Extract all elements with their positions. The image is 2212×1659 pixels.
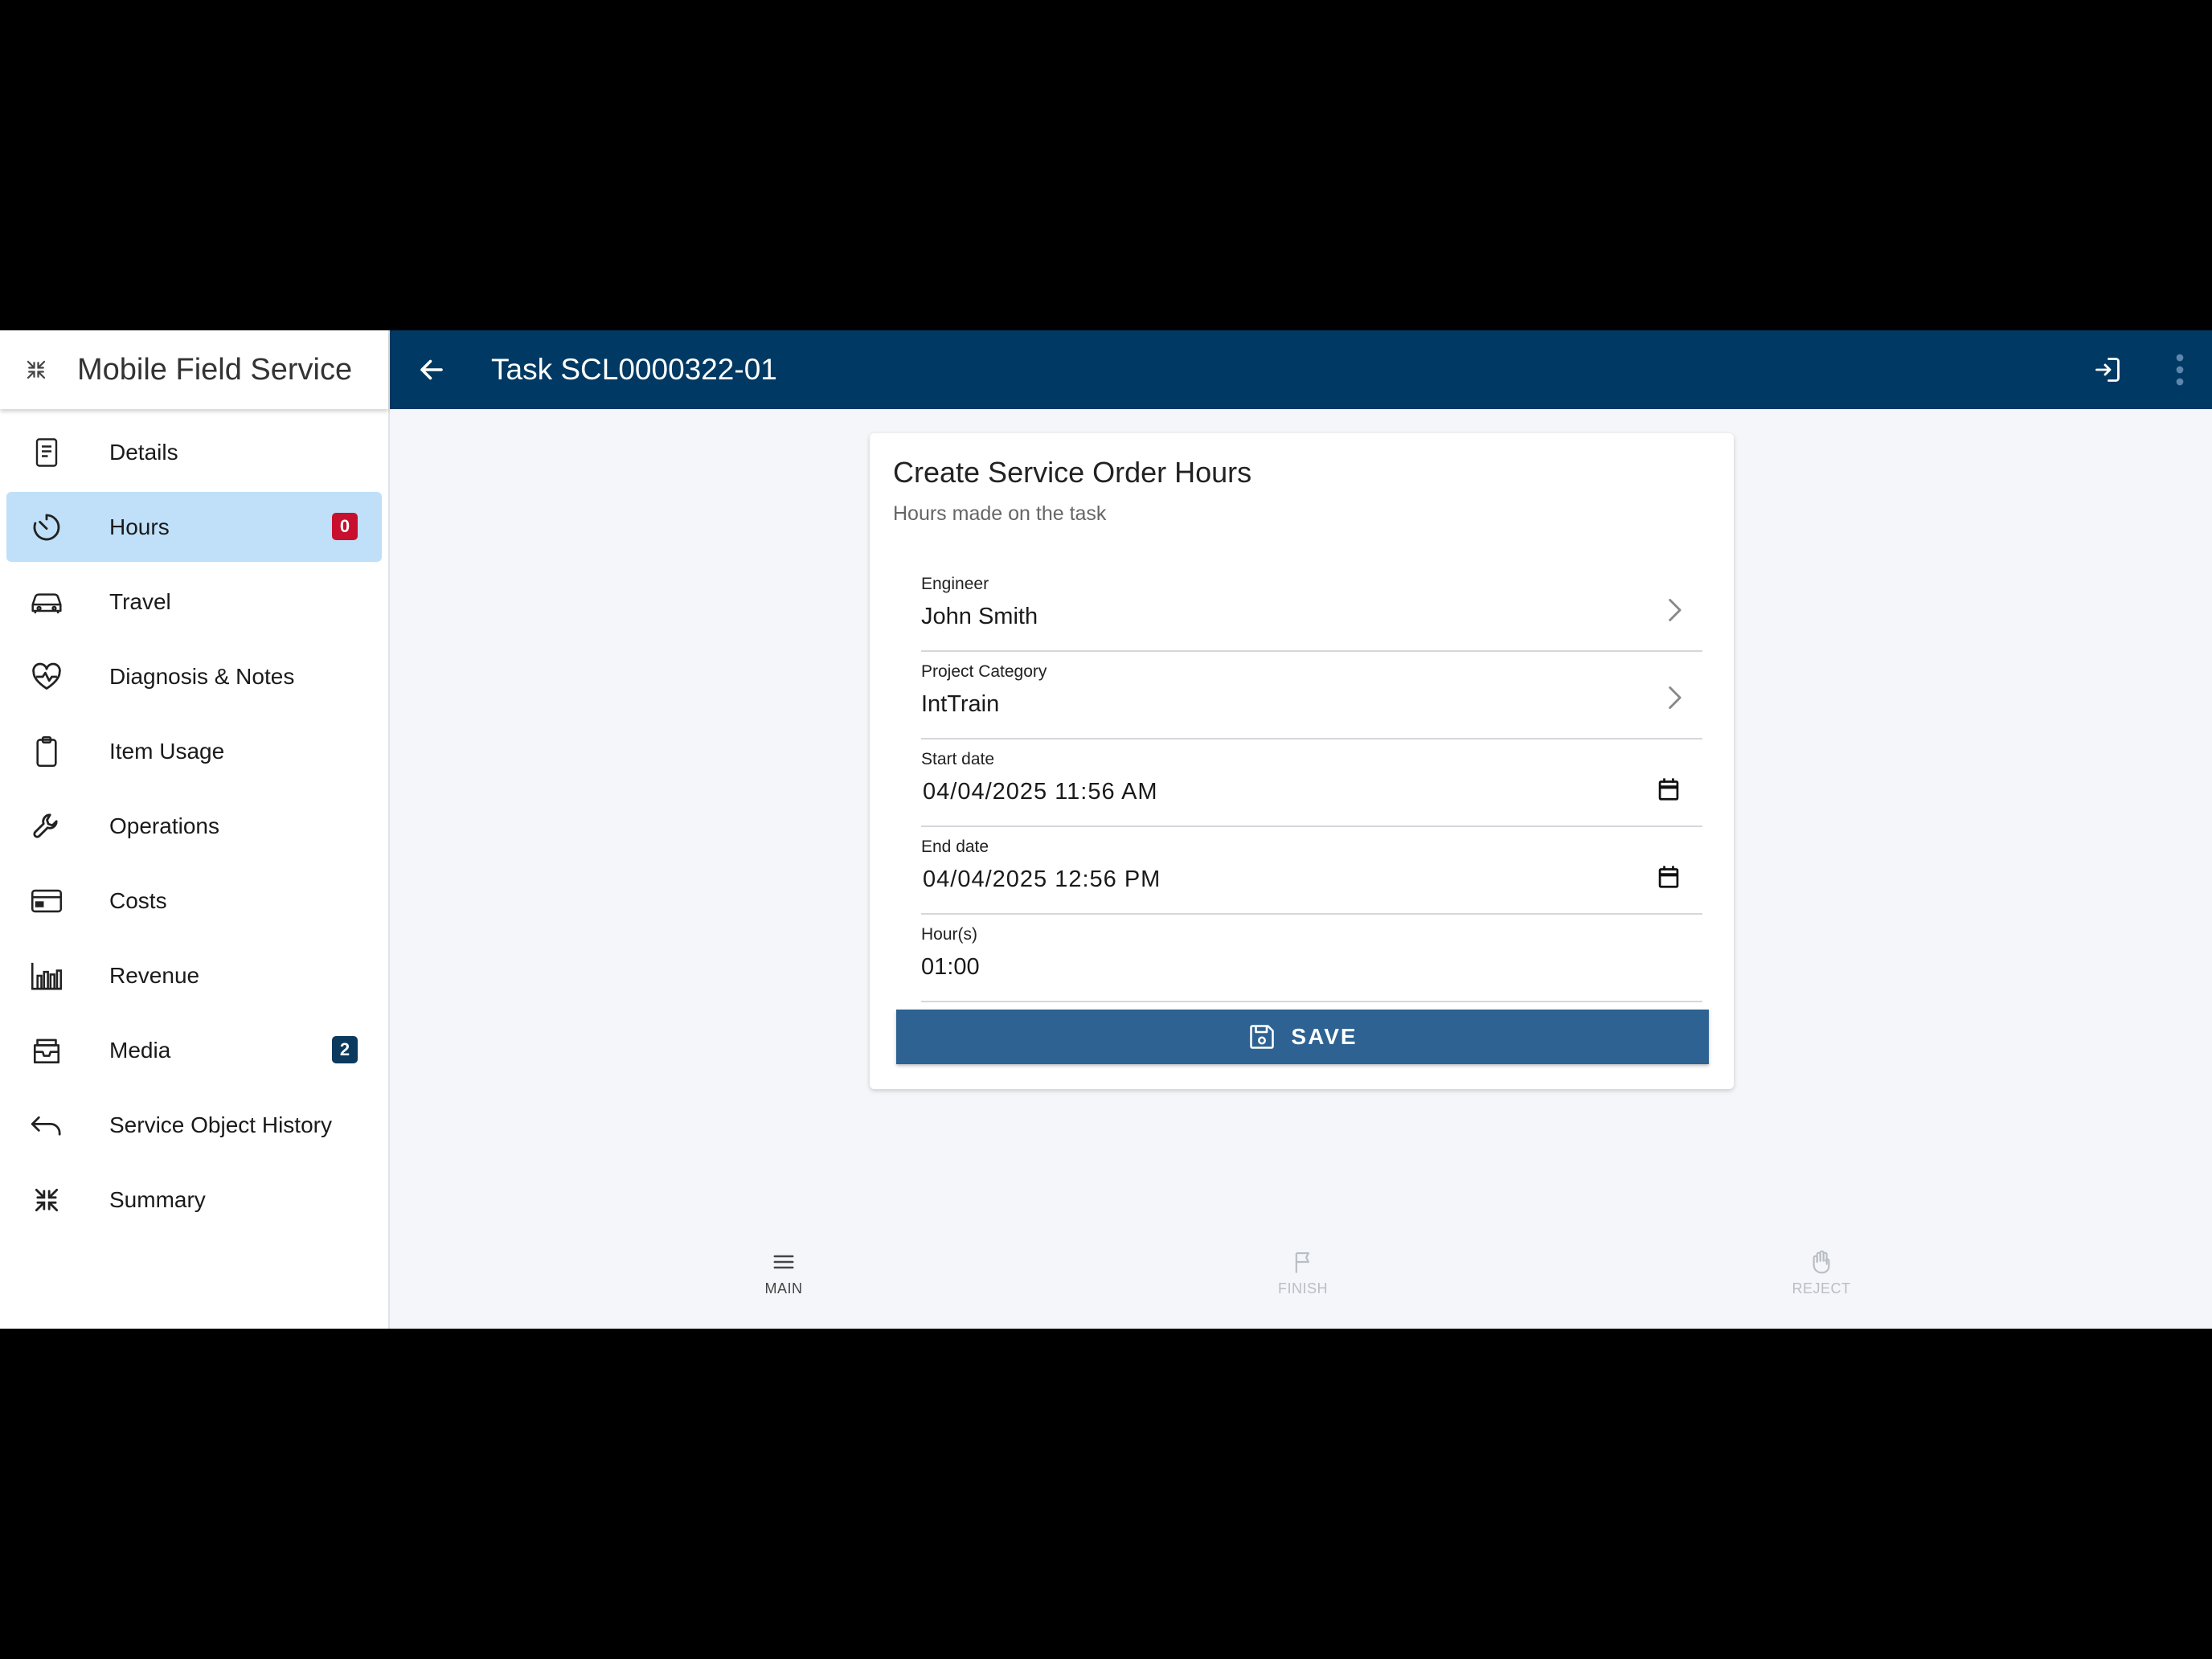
car-icon [29, 584, 64, 620]
project-category-value: IntTrain [921, 691, 1000, 717]
calendar-icon[interactable] [1657, 865, 1680, 889]
sign-in-icon[interactable] [2090, 352, 2125, 387]
end-date-label: End date [921, 838, 989, 856]
sidebar-item-label: Travel [109, 588, 171, 614]
timer-icon [29, 510, 64, 545]
collapse-sidebar-icon[interactable] [24, 358, 48, 382]
chevron-right-icon [1664, 685, 1685, 711]
heart-pulse-icon [29, 659, 64, 694]
sidebar-item-service-object-history[interactable]: Service Object History [6, 1090, 382, 1160]
sidebar-nav: Details Hours 0 Travel Diagnosis & Notes… [0, 409, 388, 1239]
sidebar-item-hours[interactable]: Hours 0 [6, 492, 382, 562]
menu-icon [770, 1248, 797, 1276]
sidebar-item-label: Details [109, 439, 178, 465]
bottom-nav-main[interactable]: MAIN [727, 1237, 840, 1297]
sidebar: Mobile Field Service Details Hours 0 Tra… [0, 330, 390, 1329]
hours-input[interactable]: 01:00 [921, 954, 980, 981]
start-date-field[interactable]: Start date 04/04/2025 11:56 AM [921, 739, 1702, 827]
card-subtitle: Hours made on the task [893, 502, 1107, 525]
sidebar-item-label: Summary [109, 1186, 206, 1212]
create-hours-card: Create Service Order Hours Hours made on… [870, 433, 1734, 1089]
save-button-label: SAVE [1291, 1024, 1358, 1049]
collapse-icon [29, 1182, 64, 1218]
sidebar-item-item-usage[interactable]: Item Usage [6, 716, 382, 786]
sidebar-item-label: Media [109, 1037, 171, 1063]
back-arrow-icon[interactable] [414, 352, 449, 387]
engineer-value: John Smith [921, 604, 1038, 629]
top-bar-actions [2090, 330, 2212, 409]
hours-count-badge: 0 [332, 513, 358, 540]
media-count-badge: 2 [332, 1036, 358, 1063]
inbox-icon [29, 1033, 64, 1068]
top-app-bar: Task SCL0000322-01 [390, 330, 2212, 409]
bottom-nav-reject-label: REJECT [1792, 1280, 1851, 1296]
save-button[interactable]: SAVE [896, 1010, 1709, 1064]
bottom-nav-finish[interactable]: FINISH [1247, 1237, 1359, 1297]
sidebar-item-label: Operations [109, 813, 219, 838]
bar-chart-icon [29, 958, 64, 993]
hand-stop-icon [1808, 1248, 1835, 1276]
sidebar-item-label: Service Object History [109, 1112, 332, 1137]
wrench-icon [29, 809, 64, 844]
clipboard-icon [29, 734, 64, 769]
bottom-nav-main-label: MAIN [764, 1280, 803, 1296]
project-category-field[interactable]: Project Category IntTrain [921, 651, 1702, 739]
floppy-disk-icon [1247, 1022, 1276, 1051]
app-screen: Mobile Field Service Details Hours 0 Tra… [0, 330, 2212, 1329]
calendar-icon[interactable] [1657, 777, 1680, 801]
sidebar-item-details[interactable]: Details [6, 417, 382, 487]
sidebar-item-diagnosis-notes[interactable]: Diagnosis & Notes [6, 641, 382, 711]
app-title: Mobile Field Service [77, 352, 353, 387]
sidebar-item-operations[interactable]: Operations [6, 791, 382, 861]
chevron-right-icon [1664, 597, 1685, 623]
sidebar-item-summary[interactable]: Summary [6, 1165, 382, 1235]
document-icon [29, 435, 64, 470]
sidebar-item-label: Revenue [109, 962, 200, 988]
sidebar-header: Mobile Field Service [0, 330, 388, 409]
sidebar-item-costs[interactable]: Costs [6, 866, 382, 936]
sidebar-item-revenue[interactable]: Revenue [6, 940, 382, 1010]
bottom-nav-reject[interactable]: REJECT [1765, 1237, 1878, 1297]
sidebar-item-label: Costs [109, 887, 167, 913]
sidebar-item-travel[interactable]: Travel [6, 567, 382, 637]
end-date-field[interactable]: End date 04/04/2025 12:56 PM [921, 826, 1702, 915]
page-title: Task SCL0000322-01 [491, 353, 777, 386]
bottom-nav-finish-label: FINISH [1277, 1280, 1328, 1296]
sidebar-item-label: Hours [109, 514, 170, 539]
start-date-input[interactable]: 04/04/2025 11:56 AM [923, 779, 1158, 805]
undo-arrow-icon [29, 1108, 64, 1143]
project-category-label: Project Category [921, 662, 1047, 681]
hours-field[interactable]: Hour(s) 01:00 [921, 914, 1702, 1002]
credit-card-icon [29, 883, 64, 919]
engineer-label: Engineer [921, 575, 989, 593]
flag-icon [1289, 1248, 1317, 1276]
start-date-label: Start date [921, 750, 995, 768]
more-options-icon[interactable] [2172, 352, 2188, 387]
end-date-input[interactable]: 04/04/2025 12:56 PM [923, 866, 1161, 893]
sidebar-item-label: Item Usage [109, 738, 225, 764]
card-title: Create Service Order Hours [893, 456, 1252, 489]
sidebar-item-media[interactable]: Media 2 [6, 1015, 382, 1085]
bottom-navigation: MAIN FINISH REJECT [390, 1237, 2212, 1309]
engineer-field[interactable]: Engineer John Smith [921, 563, 1702, 652]
sidebar-item-label: Diagnosis & Notes [109, 663, 295, 689]
hours-label: Hour(s) [921, 925, 978, 944]
